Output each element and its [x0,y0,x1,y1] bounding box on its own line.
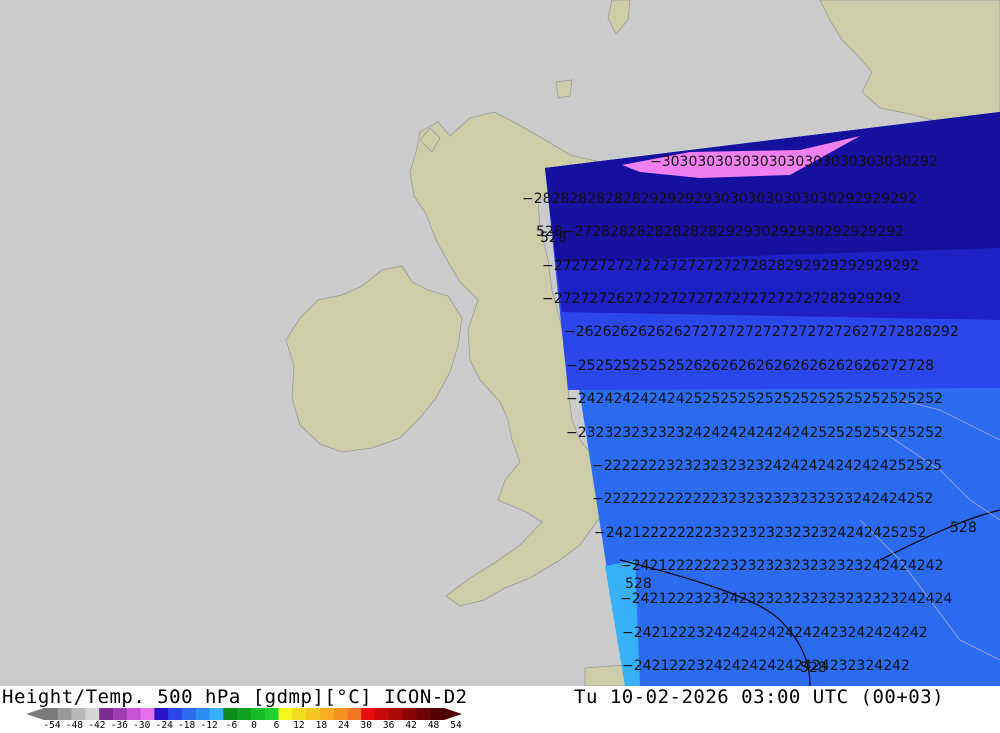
colorbar-swatch [361,708,376,720]
colorbar-swatch [306,708,321,720]
colorbar-swatch [347,708,362,720]
colorbar-tick-label: 6 [273,720,280,731]
contour-label-row-2: 528−272828282828282829293029293029292929… [536,224,904,240]
colorbar-swatch [402,708,417,720]
map-canvas: −3030303030303030303030303030292 −2828282… [0,0,1000,686]
colorbar-swatch [430,708,445,720]
colorbar-swatch [195,708,211,720]
colorbar-swatch [126,708,142,720]
colorbar-tick-label: 54 [450,720,462,731]
colorbar-swatch [168,708,183,720]
isoline-label-528: 528 [540,230,567,246]
contour-label-row-0: −3030303030303030303030303030292 [650,154,938,170]
colorbar-swatch [292,708,307,720]
colorbar-swatch [388,708,404,720]
colorbar-tick-label: 18 [315,720,328,731]
colorbar-tick-label: 0 [251,720,257,731]
contour-label-row-9: −22222223232323232324242424242424252525 [592,458,942,474]
colorbar-swatch [57,708,73,720]
contour-label-row-11: −242122222222323232323232324242425252 [594,525,926,541]
colorbar-tick-label: -42 [88,720,106,731]
colorbar-swatch [278,708,293,720]
contour-label-row-7: −242424242424252525252525252525252525252… [566,391,943,407]
colorbar-tick-label: -24 [155,720,173,731]
colorbar-swatch [112,708,128,720]
colorbar-swatch [375,708,390,720]
colorbar-arrow-left [26,708,44,720]
contour-label-row-3: −272727272727272727272728282929292929292… [542,258,919,274]
colorbar-swatch [223,708,238,720]
colorbar-swatch [44,708,59,720]
map: −3030303030303030303030303030292 −2828282… [0,0,1000,686]
colorbar-swatch [264,708,279,720]
colorbar-swatch [85,708,100,720]
contour-label-row-14: −242122232424242424242423242424242 [622,625,928,641]
isoline-label-528: 528 [625,576,652,592]
colorbar-swatch [416,708,431,720]
colorbar-arrow-right [444,708,462,720]
colorbar-swatch [209,708,224,720]
colorbar-tick-label: -54 [43,720,61,731]
contour-label-row-13: −242122232324232323232323232323242424 [620,591,952,607]
colorbar-tick-label: -30 [133,720,151,731]
colorbar-swatch [319,708,335,720]
contour-label-row-6: −252525252525262626262626262626262627272… [566,358,934,374]
colorbar-tick-label: -48 [65,720,84,731]
contour-label-row-15: −2421222324242424242424232324242 [622,658,910,674]
contour-label-row-10: −2222222222222323232323232323242424252 [592,491,933,507]
colorbar-swatch [140,708,155,720]
colorbar-tick-label: -36 [110,720,128,731]
colorbar-tick-label: 48 [427,720,440,731]
colorbar-swatch [99,708,114,720]
contour-label-row-4: −272727262727272727272727272727282929292 [542,291,901,307]
colorbar-swatch [181,708,197,720]
contour-label-row-1: −282828282828292929293030303030303029292… [522,191,917,207]
colorbar-swatch [250,708,266,720]
map-title: Height/Temp. 500 hPa [gdmp][°C] ICON-D2 [2,686,468,708]
colorbar-swatch [154,708,169,720]
colorbar-tick-label: 12 [293,720,305,731]
isoline-label-528: 528 [950,520,977,536]
contour-label-row-5: −262626262626272727272727272727262727282… [564,324,959,340]
isoline-label-528: 528 [800,660,827,676]
colorbar-tick-label: 24 [338,720,350,731]
colorbar-tick-label: -6 [225,720,238,731]
colorbar-swatch [333,708,348,720]
colorbar-tick-label: 36 [382,720,395,731]
contour-label-row-8: −232323232323242424242424242525252525252… [566,425,943,441]
colorbar-tick-label: -12 [200,720,218,731]
colorbar-swatch [71,708,86,720]
colorbar-tick-label: 30 [360,720,372,731]
footer: Height/Temp. 500 hPa [gdmp][°C] ICON-D2 … [0,686,1000,733]
colorbar-tick-label: -18 [178,720,196,731]
colorbar-swatch [237,708,252,720]
contour-label-row-12: −24212222222323232323232323242424242 [620,558,943,574]
colorbar-tick-label: 42 [405,720,417,731]
valid-time: Tu 10-02-2026 03:00 UTC (00+03) [574,686,945,708]
